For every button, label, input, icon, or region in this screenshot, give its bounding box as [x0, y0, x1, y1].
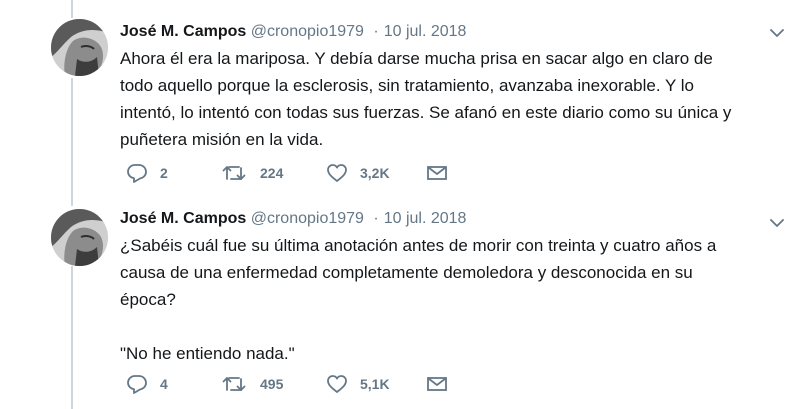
author-handle[interactable]: @cronopio1979: [251, 23, 364, 40]
retweet-button[interactable]: 224: [222, 161, 283, 185]
retweet-icon: [222, 166, 246, 180]
heart-icon: [327, 164, 347, 182]
tweet-2[interactable]: José M. Campos @cronopio1979 · 10 jul. 20…: [0, 200, 799, 409]
like-count: 5,1K: [360, 376, 390, 392]
mail-icon: [427, 166, 447, 180]
heart-icon: [327, 375, 347, 393]
author-name[interactable]: José M. Campos: [120, 23, 246, 40]
separator-dot: ·: [373, 210, 379, 227]
tweet-actions: 2 224 3,2K: [126, 161, 466, 185]
reply-icon: [127, 164, 147, 183]
retweet-icon: [222, 377, 246, 391]
tweet-1[interactable]: José M. Campos @cronopio1979 · 10 jul. 20…: [0, 0, 799, 200]
direct-message-button[interactable]: [426, 372, 448, 396]
retweet-count: 495: [260, 376, 284, 392]
retweet-button[interactable]: 495: [222, 372, 283, 396]
tweet-header: José M. Campos @cronopio1979 · 10 jul. 20…: [120, 20, 784, 44]
avatar[interactable]: [51, 209, 108, 266]
tweet-text: Ahora él era la mariposa. Y debía darse …: [120, 49, 732, 149]
more-options-chevron-down-icon[interactable]: [765, 213, 789, 233]
author-name[interactable]: José M. Campos: [120, 210, 246, 227]
avatar[interactable]: [51, 19, 108, 76]
like-count: 3,2K: [360, 165, 390, 181]
reply-button[interactable]: 2: [126, 161, 168, 185]
retweet-count: 224: [260, 165, 284, 181]
tweet-header: José M. Campos @cronopio1979 · 10 jul. 20…: [120, 207, 784, 231]
tweet-date[interactable]: 10 jul. 2018: [384, 23, 467, 40]
separator-dot: ·: [373, 23, 379, 40]
like-button[interactable]: 3,2K: [326, 161, 390, 185]
tweet-text: ¿Sabéis cuál fue su última anotación ant…: [120, 236, 717, 363]
direct-message-button[interactable]: [426, 161, 448, 185]
tweet-thread: José M. Campos @cronopio1979 · 10 jul. 20…: [0, 0, 799, 409]
like-button[interactable]: 5,1K: [326, 372, 390, 396]
tweet-actions: 4 495 5,1K: [126, 372, 466, 396]
reply-count: 2: [160, 165, 168, 181]
reply-button[interactable]: 4: [126, 372, 168, 396]
reply-count: 4: [160, 376, 168, 392]
mail-icon: [427, 377, 447, 391]
more-options-chevron-down-icon[interactable]: [765, 23, 789, 43]
reply-icon: [127, 375, 147, 394]
tweet-date[interactable]: 10 jul. 2018: [384, 210, 467, 227]
author-handle[interactable]: @cronopio1979: [251, 210, 364, 227]
